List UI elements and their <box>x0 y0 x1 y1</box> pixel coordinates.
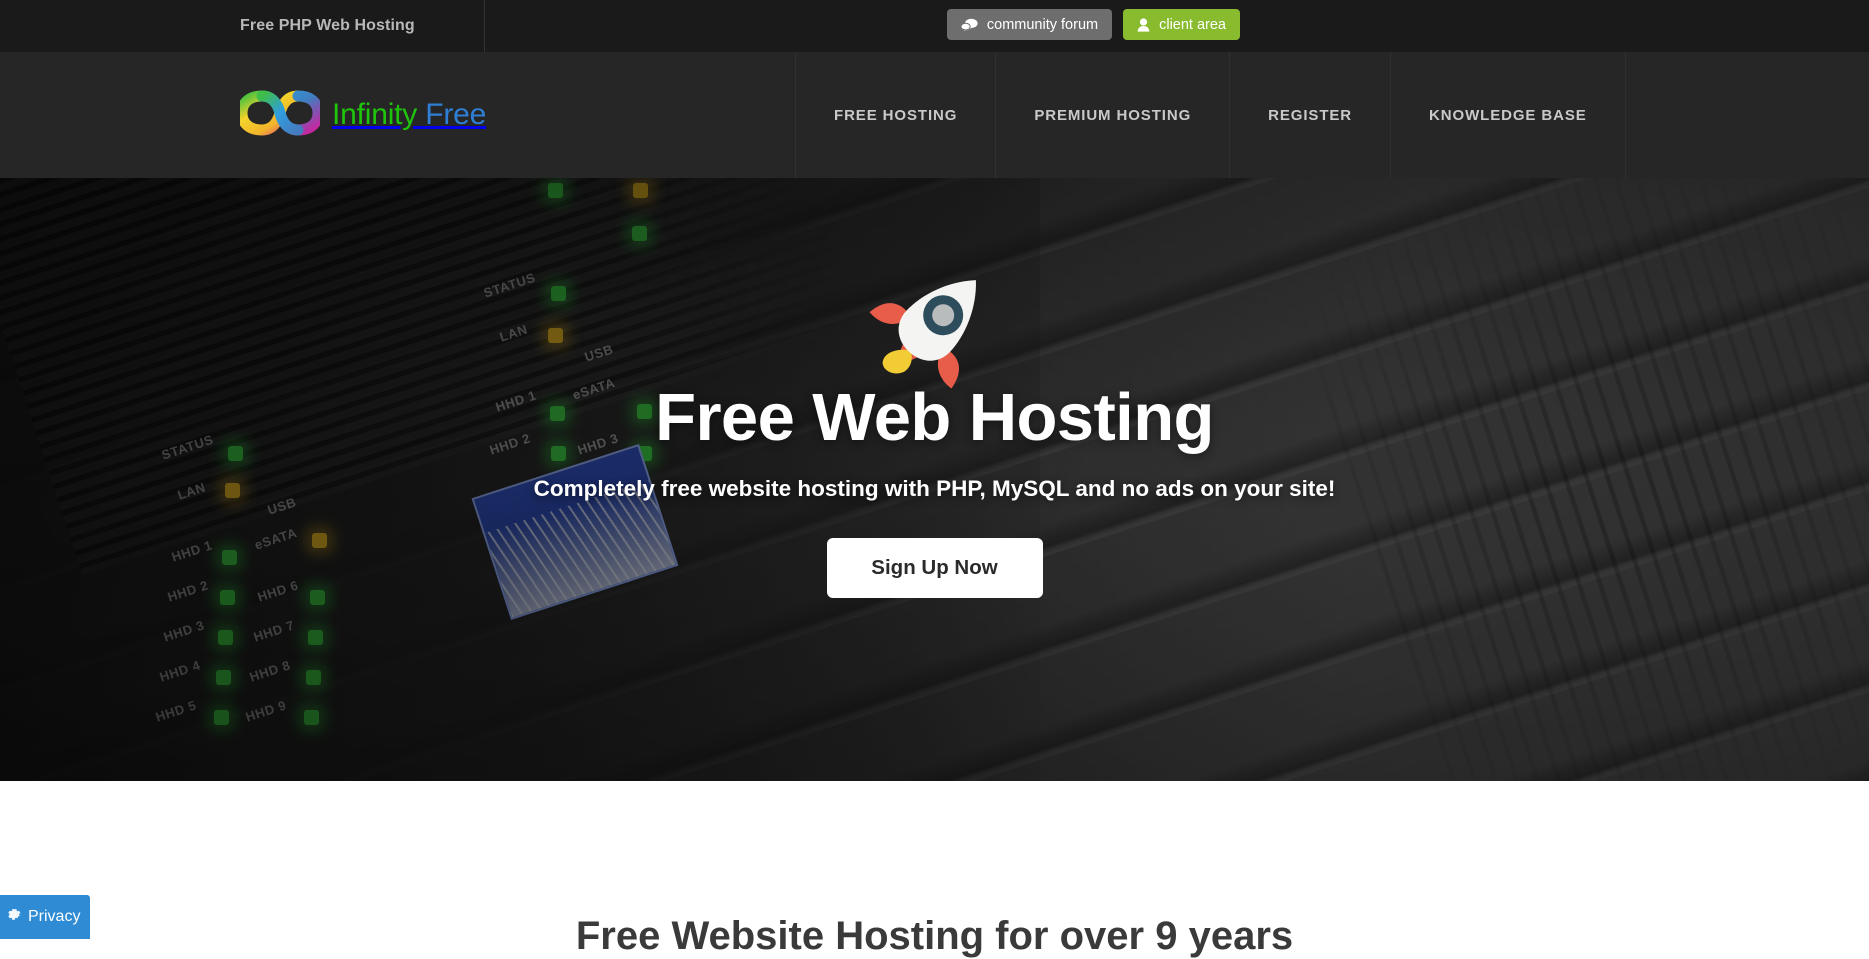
main-navigation: FREE HOSTING PREMIUM HOSTING REGISTER KN… <box>795 52 1626 178</box>
hero-title: Free Web Hosting <box>655 380 1214 455</box>
nav-item-free-hosting[interactable]: FREE HOSTING <box>795 52 995 178</box>
nav-item-knowledge-base[interactable]: KNOWLEDGE BASE <box>1390 52 1626 178</box>
features-section: Free Website Hosting for over 9 years <box>0 781 1869 958</box>
community-forum-button[interactable]: community forum <box>946 9 1113 40</box>
privacy-badge-label: Privacy <box>28 908 81 925</box>
logo-text-infinity: Infinity <box>332 98 418 131</box>
hero-section: STATUS LAN USB eSATA HHD 1 HHD 2 HHD 3 H… <box>0 178 1869 781</box>
gear-icon <box>5 906 22 928</box>
community-forum-label: community forum <box>986 16 1099 33</box>
rocket-icon <box>867 256 1003 392</box>
topbar-actions: community forum client area <box>946 9 1240 40</box>
client-area-label: client area <box>1159 16 1226 33</box>
site-header: Infinity Free FREE HOSTING PREMIUM HOSTI… <box>0 52 1869 178</box>
chat-icon <box>960 18 978 32</box>
nav-item-register[interactable]: REGISTER <box>1229 52 1390 178</box>
logo-text: Infinity Free <box>332 98 486 132</box>
user-icon <box>1137 17 1150 32</box>
privacy-badge[interactable]: Privacy <box>0 895 90 939</box>
hero-content: Free Web Hosting Completely free website… <box>0 178 1869 781</box>
sign-up-now-button[interactable]: Sign Up Now <box>826 538 1043 598</box>
site-tagline: Free PHP Web Hosting <box>240 17 415 34</box>
logo-text-free: Free <box>425 98 487 131</box>
hero-subtitle: Completely free website hosting with PHP… <box>533 476 1336 501</box>
topbar-divider <box>484 0 485 52</box>
section-title: Free Website Hosting for over 9 years <box>575 914 1294 958</box>
logo-link[interactable]: Infinity Free <box>236 52 486 178</box>
infinity-logo-icon <box>236 90 324 141</box>
client-area-button[interactable]: client area <box>1123 9 1240 40</box>
top-utility-bar: Free PHP Web Hosting community forum cli… <box>0 0 1869 52</box>
nav-item-premium-hosting[interactable]: PREMIUM HOSTING <box>995 52 1229 178</box>
